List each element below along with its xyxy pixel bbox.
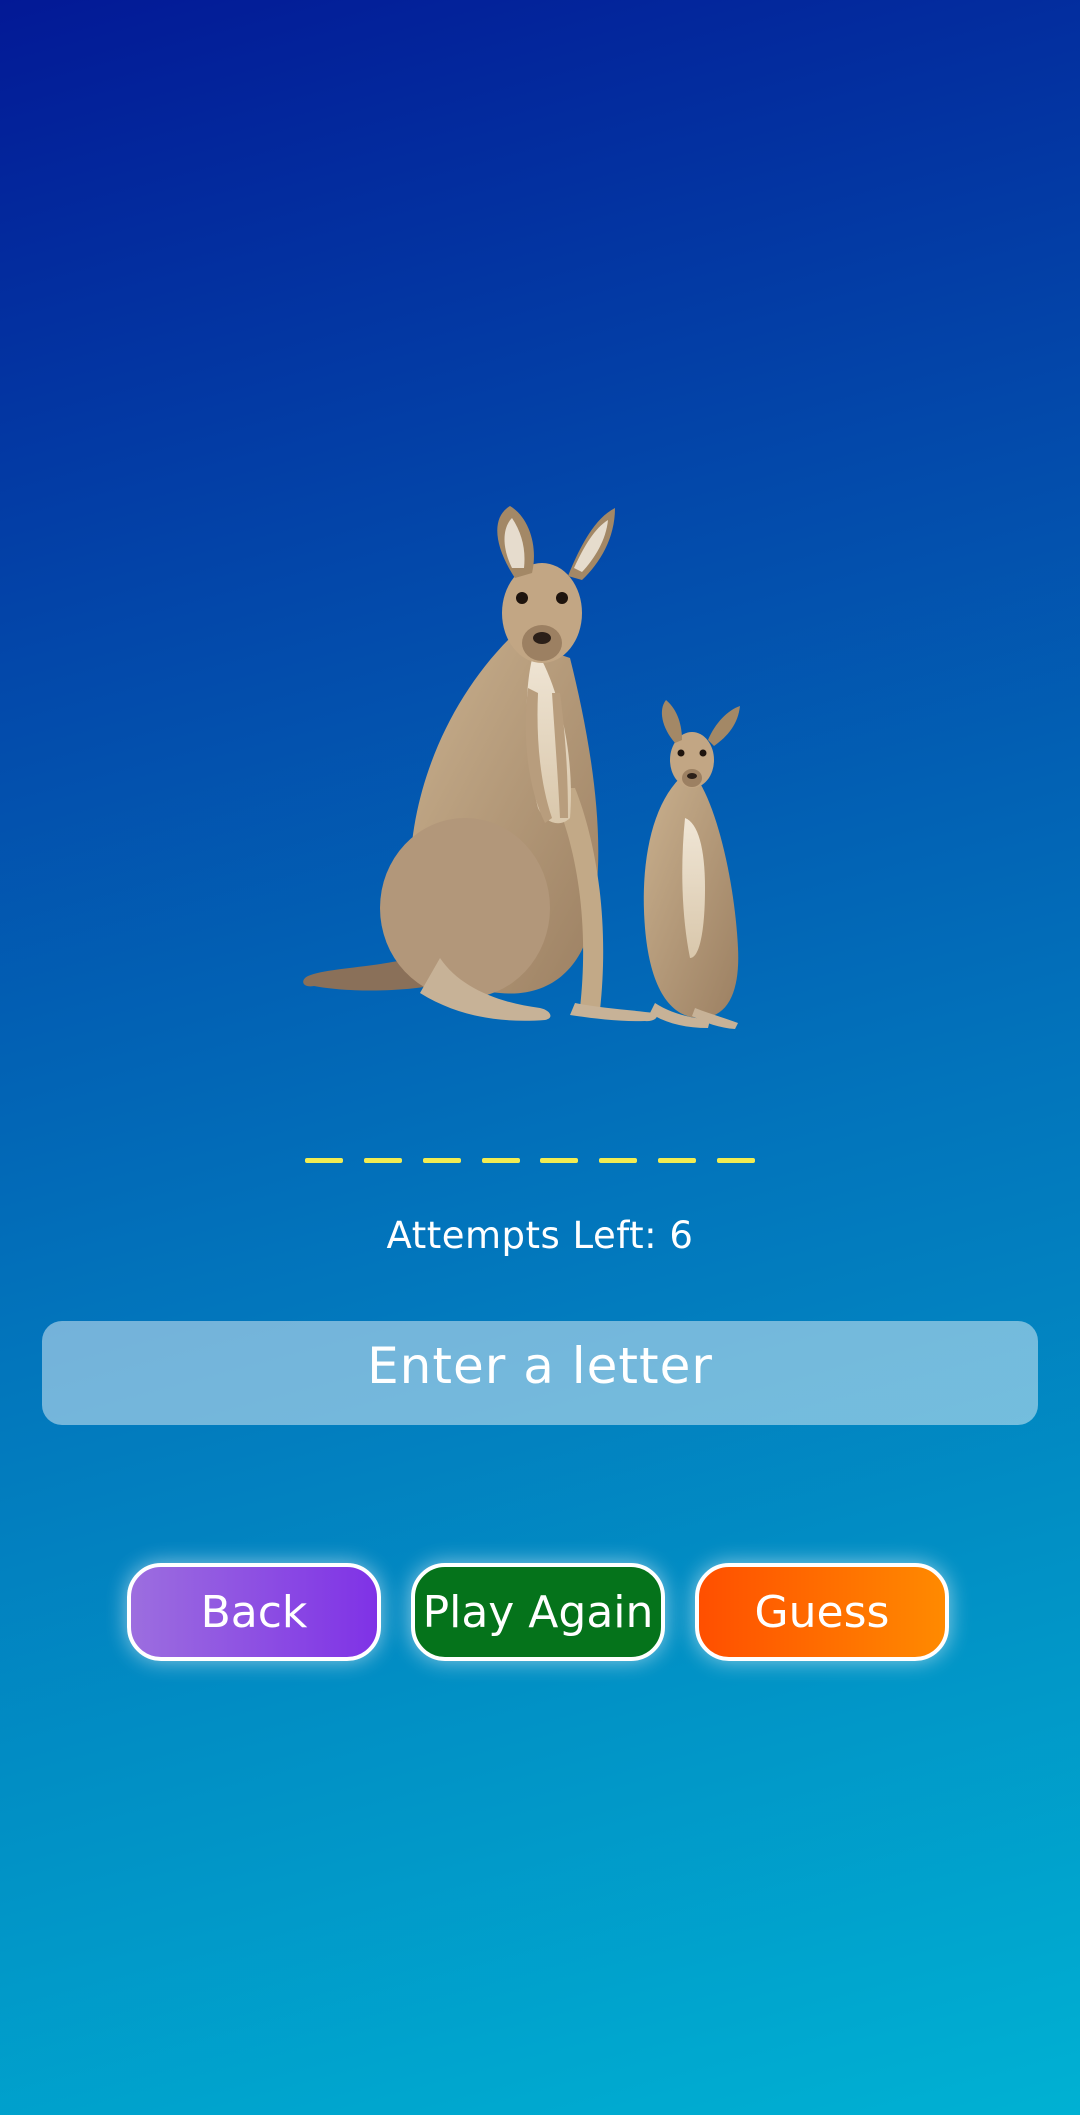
letter-blank	[540, 1158, 579, 1163]
attempts-label: Attempts Left:	[386, 1214, 658, 1257]
letter-blank	[658, 1158, 697, 1163]
attempts-value: 6	[669, 1214, 694, 1257]
letter-blank	[599, 1158, 638, 1163]
word-blanks	[305, 1158, 755, 1172]
back-button[interactable]: Back	[127, 1563, 381, 1661]
attempts-counter: Attempts Left: 6	[0, 1214, 1080, 1257]
letter-blank	[481, 1158, 520, 1163]
letter-blank	[363, 1158, 402, 1163]
letter-blank	[422, 1158, 461, 1163]
letter-input-container	[42, 1321, 1038, 1425]
letter-input[interactable]	[42, 1321, 1038, 1425]
letter-blank	[716, 1158, 755, 1163]
kangaroo-image	[290, 488, 790, 1048]
letter-blank	[305, 1158, 343, 1163]
play-again-button[interactable]: Play Again	[411, 1563, 665, 1661]
guess-button[interactable]: Guess	[695, 1563, 949, 1661]
